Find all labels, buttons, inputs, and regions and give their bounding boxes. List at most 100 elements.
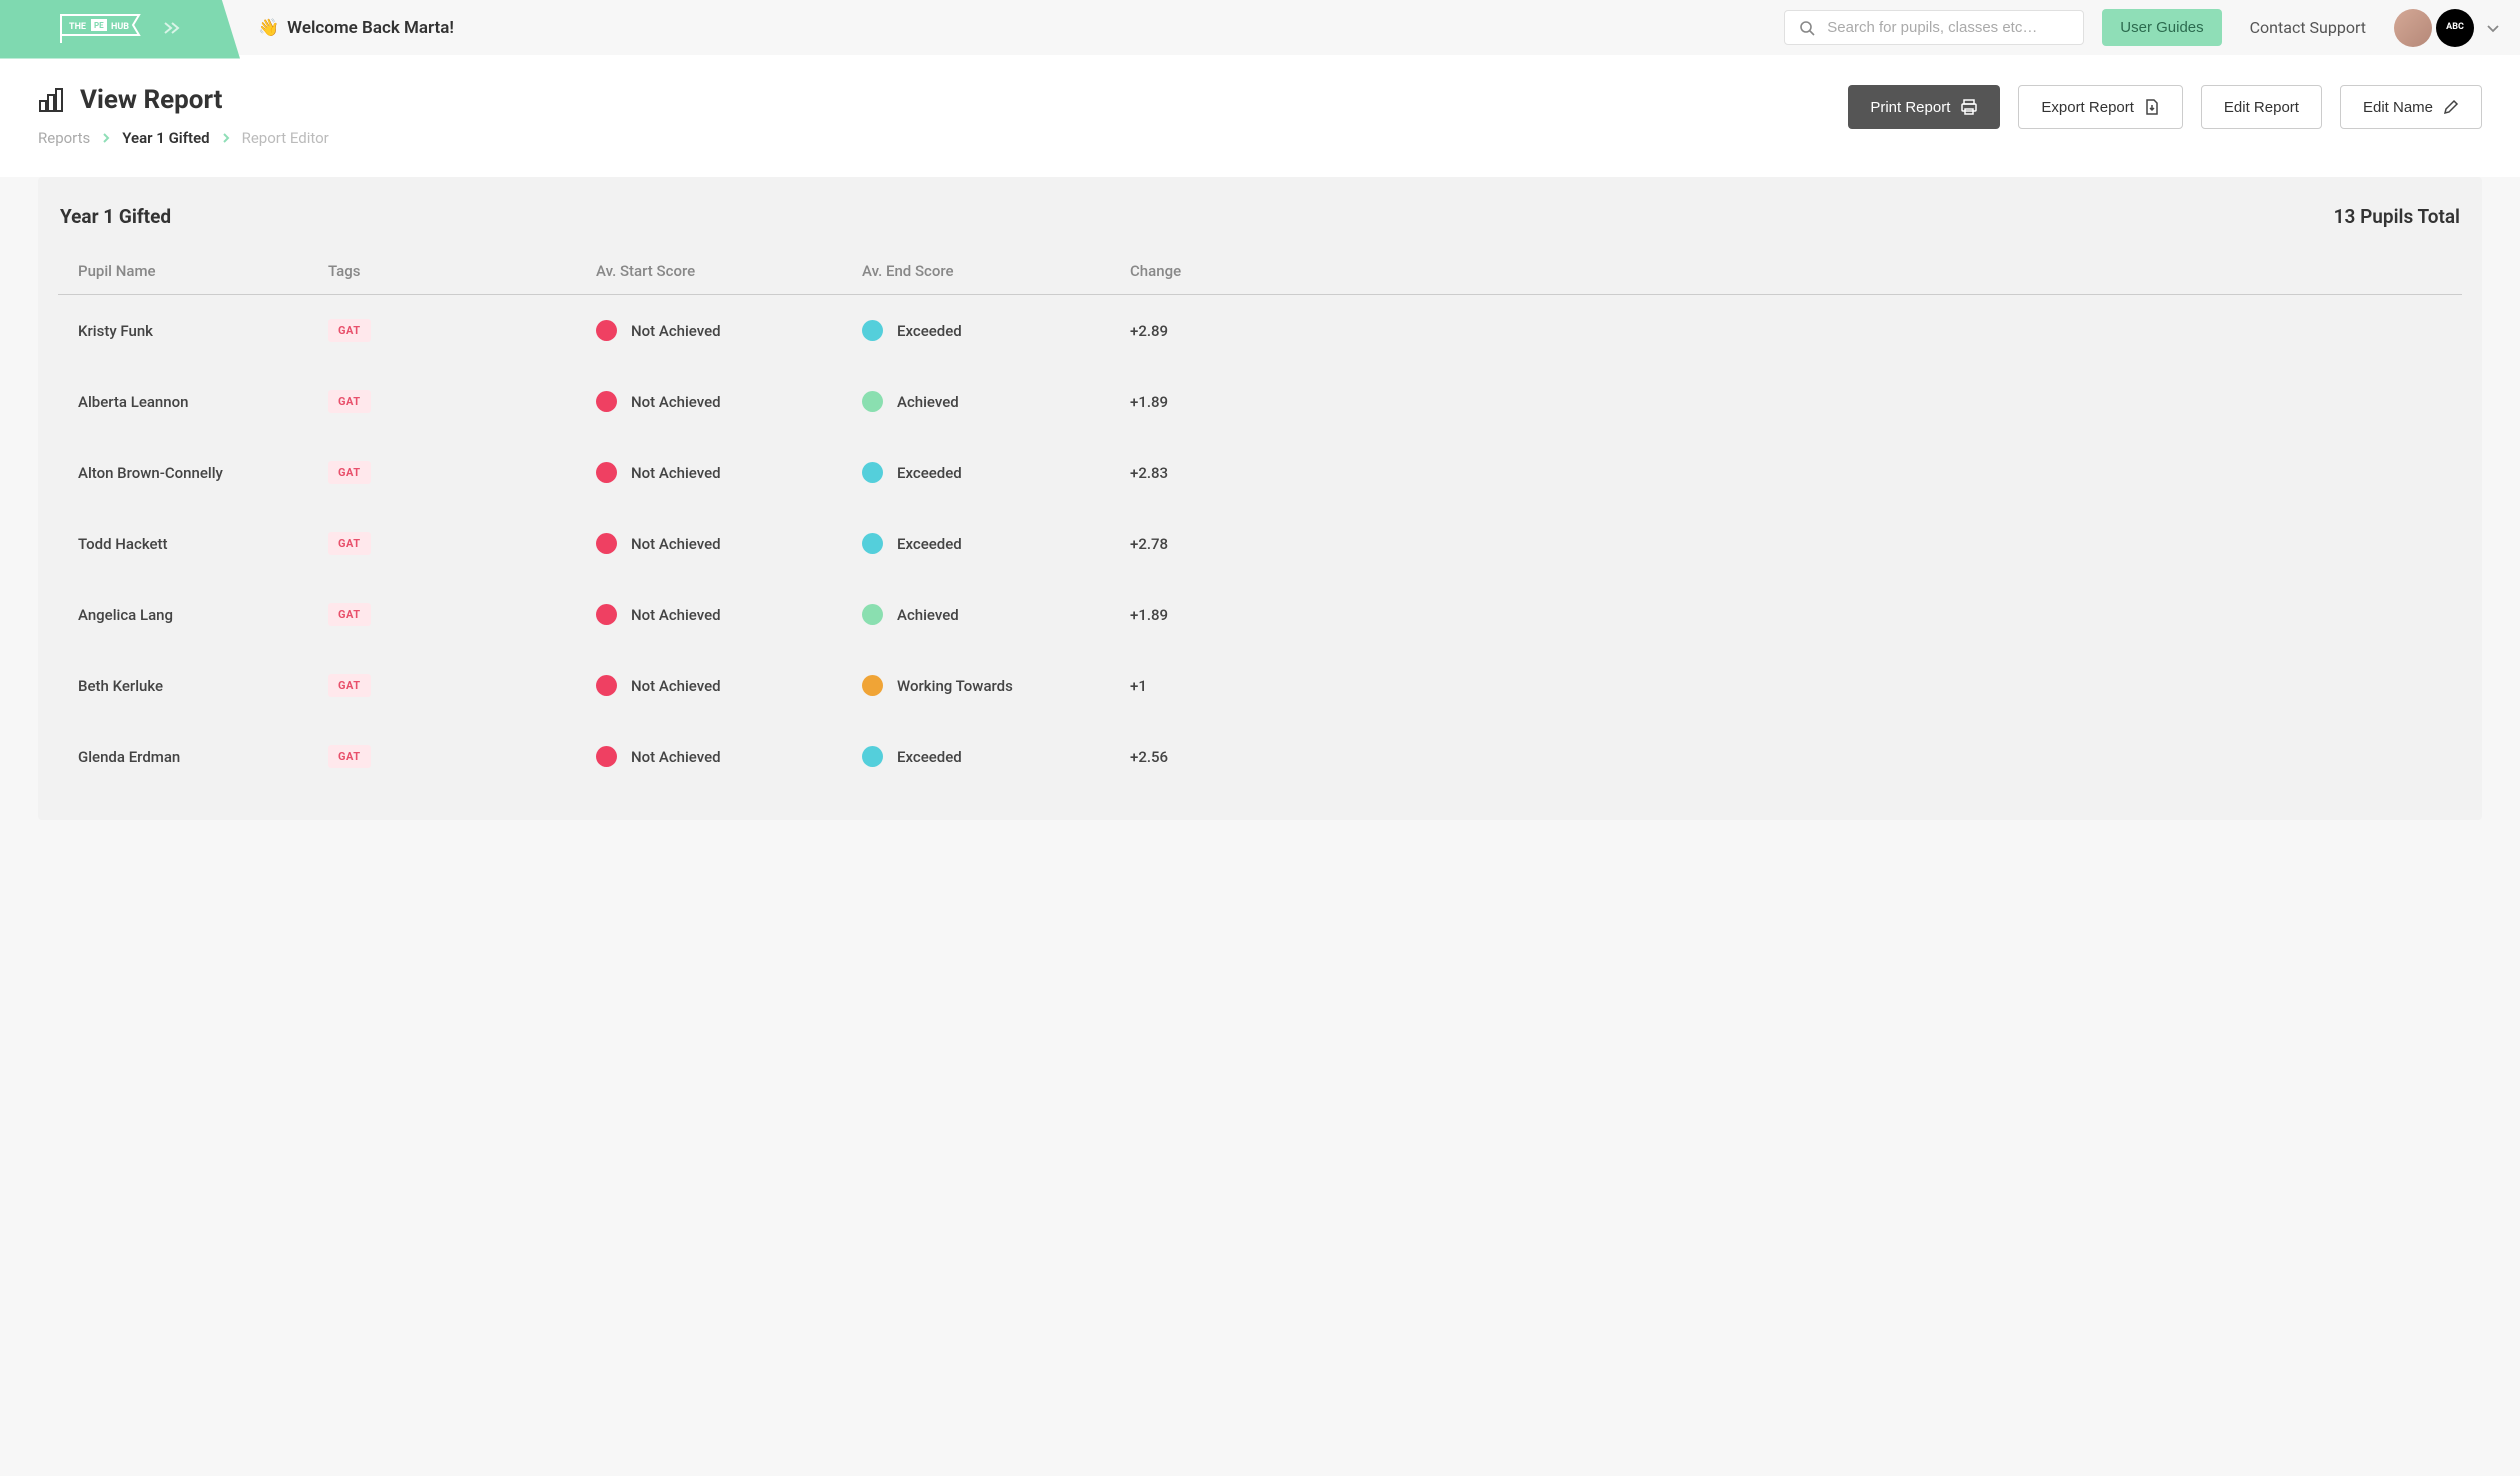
col-header-start: Av. Start Score: [596, 262, 862, 280]
panel-title: Year 1 Gifted: [60, 205, 171, 228]
pupil-name: Alberta Leannon: [78, 393, 189, 411]
pupil-name: Beth Kerluke: [78, 677, 163, 695]
pupil-name: Alton Brown-Connelly: [78, 464, 223, 482]
score-dot-icon: [596, 604, 617, 625]
printer-icon: [1960, 98, 1978, 116]
change-value: +1.89: [1130, 606, 1168, 624]
table-row[interactable]: Angelica Lang GAT Not Achieved Achieved +1.8…: [58, 579, 2462, 650]
search-input[interactable]: [1827, 19, 2069, 36]
pupils-total: 13 Pupils Total: [2334, 205, 2460, 228]
export-report-button[interactable]: Export Report: [2018, 85, 2183, 129]
tag-badge: GAT: [328, 461, 371, 484]
search-icon: [1799, 20, 1815, 36]
change-value: +2.89: [1130, 322, 1168, 340]
panel-header: Year 1 Gifted 13 Pupils Total: [58, 205, 2462, 248]
score-dot-icon: [596, 320, 617, 341]
tag-badge: GAT: [328, 603, 371, 626]
expand-sidebar-icon[interactable]: [163, 21, 181, 35]
start-score-label: Not Achieved: [631, 393, 721, 411]
end-score-label: Exceeded: [897, 748, 962, 766]
svg-text:THE: THE: [69, 22, 86, 32]
end-score-label: Exceeded: [897, 464, 962, 482]
score-dot-icon: [596, 391, 617, 412]
edit-name-button[interactable]: Edit Name: [2340, 85, 2482, 129]
score-dot-icon: [596, 462, 617, 483]
breadcrumb-class[interactable]: Year 1 Gifted: [122, 129, 209, 147]
tag-badge: GAT: [328, 319, 371, 342]
score-dot-icon: [596, 746, 617, 767]
chevron-right-icon: [222, 132, 230, 144]
start-score-label: Not Achieved: [631, 748, 721, 766]
logo-block[interactable]: THE PE HUB: [0, 0, 240, 59]
flag-logo-icon: THE PE HUB: [59, 13, 151, 43]
score-dot-icon: [862, 320, 883, 341]
contact-support-link[interactable]: Contact Support: [2250, 18, 2366, 37]
table-row[interactable]: Glenda ErdmanGATNot AchievedExceeded+2.5…: [58, 721, 2462, 792]
score-dot-icon: [862, 462, 883, 483]
svg-text:PE: PE: [94, 21, 104, 30]
print-report-button[interactable]: Print Report: [1848, 85, 2000, 129]
tag-badge: GAT: [328, 390, 371, 413]
change-value: +2.78: [1130, 535, 1168, 553]
score-dot-icon: [862, 604, 883, 625]
tag-badge: GAT: [328, 532, 371, 555]
end-score-label: Exceeded: [897, 322, 962, 340]
score-dot-icon: [862, 391, 883, 412]
start-score-label: Not Achieved: [631, 322, 721, 340]
chevron-right-icon: [102, 132, 110, 144]
tag-badge: GAT: [328, 674, 371, 697]
end-score-label: Achieved: [897, 606, 959, 624]
start-score-label: Not Achieved: [631, 677, 721, 695]
score-dot-icon: [862, 746, 883, 767]
user-guides-button[interactable]: User Guides: [2102, 9, 2221, 46]
welcome-message: 👋 Welcome Back Marta!: [258, 18, 454, 38]
welcome-text: Welcome Back Marta!: [287, 18, 454, 38]
svg-text:HUB: HUB: [111, 22, 129, 32]
table-row[interactable]: Todd Hackett GAT Not Achieved Exceeded +2.78: [58, 508, 2462, 579]
user-avatar: [2394, 9, 2432, 47]
table-row[interactable]: Alton Brown-Connelly GAT Not Achieved Excee…: [58, 437, 2462, 508]
pupil-name: Kristy Funk: [78, 322, 153, 340]
search-box[interactable]: [1784, 10, 2084, 45]
pupils-table: Pupil Name Tags Av. Start Score Av. End …: [58, 248, 2462, 792]
table-row[interactable]: Alberta Leannon GAT Not Achieved Achieved +1…: [58, 366, 2462, 437]
breadcrumb: Reports Year 1 Gifted Report Editor: [38, 129, 329, 147]
score-dot-icon: [596, 533, 617, 554]
col-header-end: Av. End Score: [862, 262, 1130, 280]
start-score-label: Not Achieved: [631, 535, 721, 553]
page-header: View Report Reports Year 1 Gifted Report…: [0, 55, 2520, 177]
table-body: Kristy Funk GAT Not Achieved Exceeded +2.89 A…: [58, 295, 2462, 792]
pupil-name: Angelica Lang: [78, 606, 173, 624]
end-score-label: Exceeded: [897, 535, 962, 553]
user-menu[interactable]: ABC: [2394, 9, 2500, 47]
start-score-label: Not Achieved: [631, 606, 721, 624]
score-dot-icon: [862, 675, 883, 696]
action-buttons: Print Report Export Report Edit Report E…: [1848, 85, 2482, 129]
breadcrumb-reports[interactable]: Reports: [38, 129, 90, 147]
change-value: +2.56: [1130, 748, 1168, 766]
score-dot-icon: [596, 675, 617, 696]
school-logo-avatar: ABC: [2436, 9, 2474, 47]
table-row[interactable]: Kristy Funk GAT Not Achieved Exceeded +2.89: [58, 295, 2462, 366]
file-export-icon: [2144, 98, 2160, 116]
col-header-change: Change: [1130, 262, 2442, 280]
report-panel: Year 1 Gifted 13 Pupils Total Pupil Name…: [38, 177, 2482, 820]
start-score-label: Not Achieved: [631, 464, 721, 482]
table-row[interactable]: Beth Kerluke GAT Not Achieved Working Towar…: [58, 650, 2462, 721]
end-score-label: Working Towards: [897, 677, 1013, 695]
col-header-tags: Tags: [328, 262, 596, 280]
edit-report-button[interactable]: Edit Report: [2201, 85, 2322, 129]
chevron-down-icon[interactable]: [2486, 23, 2500, 33]
table-header-row: Pupil Name Tags Av. Start Score Av. End …: [58, 248, 2462, 295]
page-title: View Report: [38, 85, 329, 115]
top-header: THE PE HUB 👋 Welcome Back Marta! User Guid…: [0, 0, 2520, 55]
pupil-name: Glenda Erdman: [78, 748, 180, 766]
score-dot-icon: [862, 533, 883, 554]
change-value: +1.89: [1130, 393, 1168, 411]
bar-chart-icon: [38, 87, 66, 113]
pencil-icon: [2443, 99, 2459, 115]
pupil-name: Todd Hackett: [78, 535, 168, 553]
change-value: +1: [1130, 677, 1147, 695]
end-score-label: Achieved: [897, 393, 959, 411]
breadcrumb-editor: Report Editor: [242, 129, 329, 147]
